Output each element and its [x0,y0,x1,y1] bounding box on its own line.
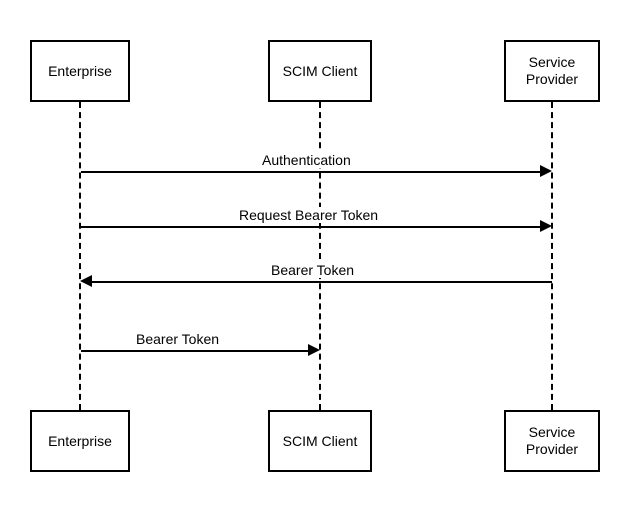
message-authentication-label: Authentication [260,152,353,168]
participant-service-provider-top: Service Provider [504,40,600,102]
participant-label: Enterprise [48,63,112,80]
participant-service-provider-bottom: Service Provider [504,410,600,472]
message-request-bearer-token-arrow [540,220,552,232]
participant-scim-client-top: SCIM Client [268,40,372,102]
participant-label: SCIM Client [283,63,358,80]
participant-enterprise-bottom: Enterprise [30,410,130,472]
message-bearer-token-back-line [92,281,552,283]
sequence-diagram: Enterprise SCIM Client Service Provider … [0,0,631,510]
participant-label: Service Provider [526,54,578,88]
lifeline-enterprise [79,102,81,410]
message-bearer-token-client-arrow [308,344,320,356]
message-request-bearer-token-line [81,226,540,228]
lifeline-service-provider [551,102,553,410]
participant-scim-client-bottom: SCIM Client [268,410,372,472]
participant-label: Enterprise [48,433,112,450]
message-bearer-token-back-arrow [80,275,92,287]
participant-label: SCIM Client [283,433,358,450]
participant-enterprise-top: Enterprise [30,40,130,102]
message-request-bearer-token-label: Request Bearer Token [237,207,380,223]
message-bearer-token-back-label: Bearer Token [269,262,356,278]
message-bearer-token-client-line [81,350,308,352]
participant-label: Service Provider [526,424,578,458]
message-bearer-token-client-label: Bearer Token [134,331,221,347]
message-authentication-line [81,171,540,173]
lifeline-scim-client [319,102,321,410]
message-authentication-arrow [540,165,552,177]
